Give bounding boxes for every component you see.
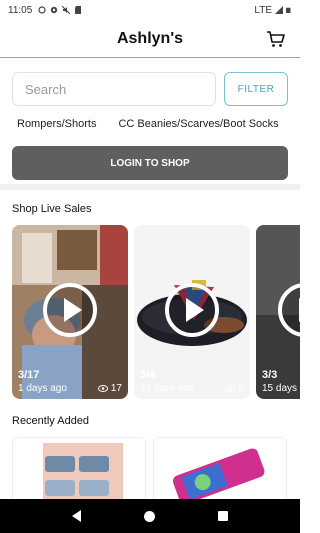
view-count: 17	[110, 383, 122, 394]
card-date: 3/3	[262, 369, 278, 381]
category-rompers-shorts[interactable]: Rompers/Shorts	[17, 118, 96, 130]
product-thumbnail	[13, 438, 145, 499]
card-date: 3/17	[18, 369, 40, 381]
live-sale-card[interactable]: 3/4 14 days ago 9	[134, 225, 250, 399]
card-time-ago: 15 days ago	[262, 383, 300, 394]
recently-added-list[interactable]	[12, 437, 300, 499]
network-type: LTE	[254, 4, 272, 16]
search-input[interactable]	[12, 72, 216, 106]
card-time-ago: 14 days ago	[140, 383, 195, 394]
recently-added-title: Recently Added	[12, 415, 90, 427]
view-count: 9	[238, 383, 244, 394]
search-row: FILTER	[12, 72, 288, 106]
play-icon[interactable]	[43, 283, 97, 337]
settings-icon	[51, 6, 58, 14]
live-sale-card[interactable]: 3/17 1 days ago 17	[12, 225, 128, 399]
eye-icon	[97, 385, 108, 392]
sync-icon	[38, 6, 46, 14]
login-to-shop-button[interactable]: LOGIN TO SHOP	[12, 146, 288, 180]
page-title: Ashlyn's	[116, 29, 184, 47]
notification-icons	[38, 6, 82, 14]
card-views: 9	[225, 383, 244, 394]
play-icon[interactable]	[165, 283, 219, 337]
eye-icon	[225, 385, 236, 392]
card-time-ago: 1 days ago	[18, 383, 67, 394]
product-card[interactable]	[12, 437, 146, 499]
cart-icon[interactable]	[266, 29, 286, 49]
sd-card-icon	[75, 6, 82, 14]
back-icon[interactable]	[71, 510, 81, 522]
recent-apps-icon[interactable]	[218, 511, 229, 521]
card-views: 17	[97, 383, 122, 394]
category-row: Rompers/Shorts CC Beanies/Scarves/Boot S…	[17, 118, 279, 130]
filter-button[interactable]: FILTER	[224, 72, 288, 106]
battery-icon	[286, 7, 291, 13]
app-header: Ashlyn's	[0, 20, 300, 58]
product-card[interactable]	[153, 437, 287, 499]
live-sales-carousel[interactable]: 3/17 1 days ago 17 3/4 14 days ago 9 3/3…	[12, 225, 300, 399]
category-cc-beanies[interactable]: CC Beanies/Scarves/Boot Socks	[118, 118, 278, 130]
product-thumbnail	[154, 438, 286, 499]
section-divider	[0, 184, 300, 190]
live-sale-card[interactable]: 3/3 15 days ago	[256, 225, 300, 399]
status-bar: 11:05 LTE	[0, 0, 300, 20]
live-sales-title: Shop Live Sales	[12, 203, 92, 215]
signal-icon	[275, 6, 283, 14]
status-time: 11:05	[8, 4, 33, 16]
system-nav-bar	[0, 499, 300, 533]
mute-icon	[62, 6, 71, 14]
home-icon[interactable]	[143, 510, 155, 522]
card-date: 3/4	[140, 369, 156, 381]
